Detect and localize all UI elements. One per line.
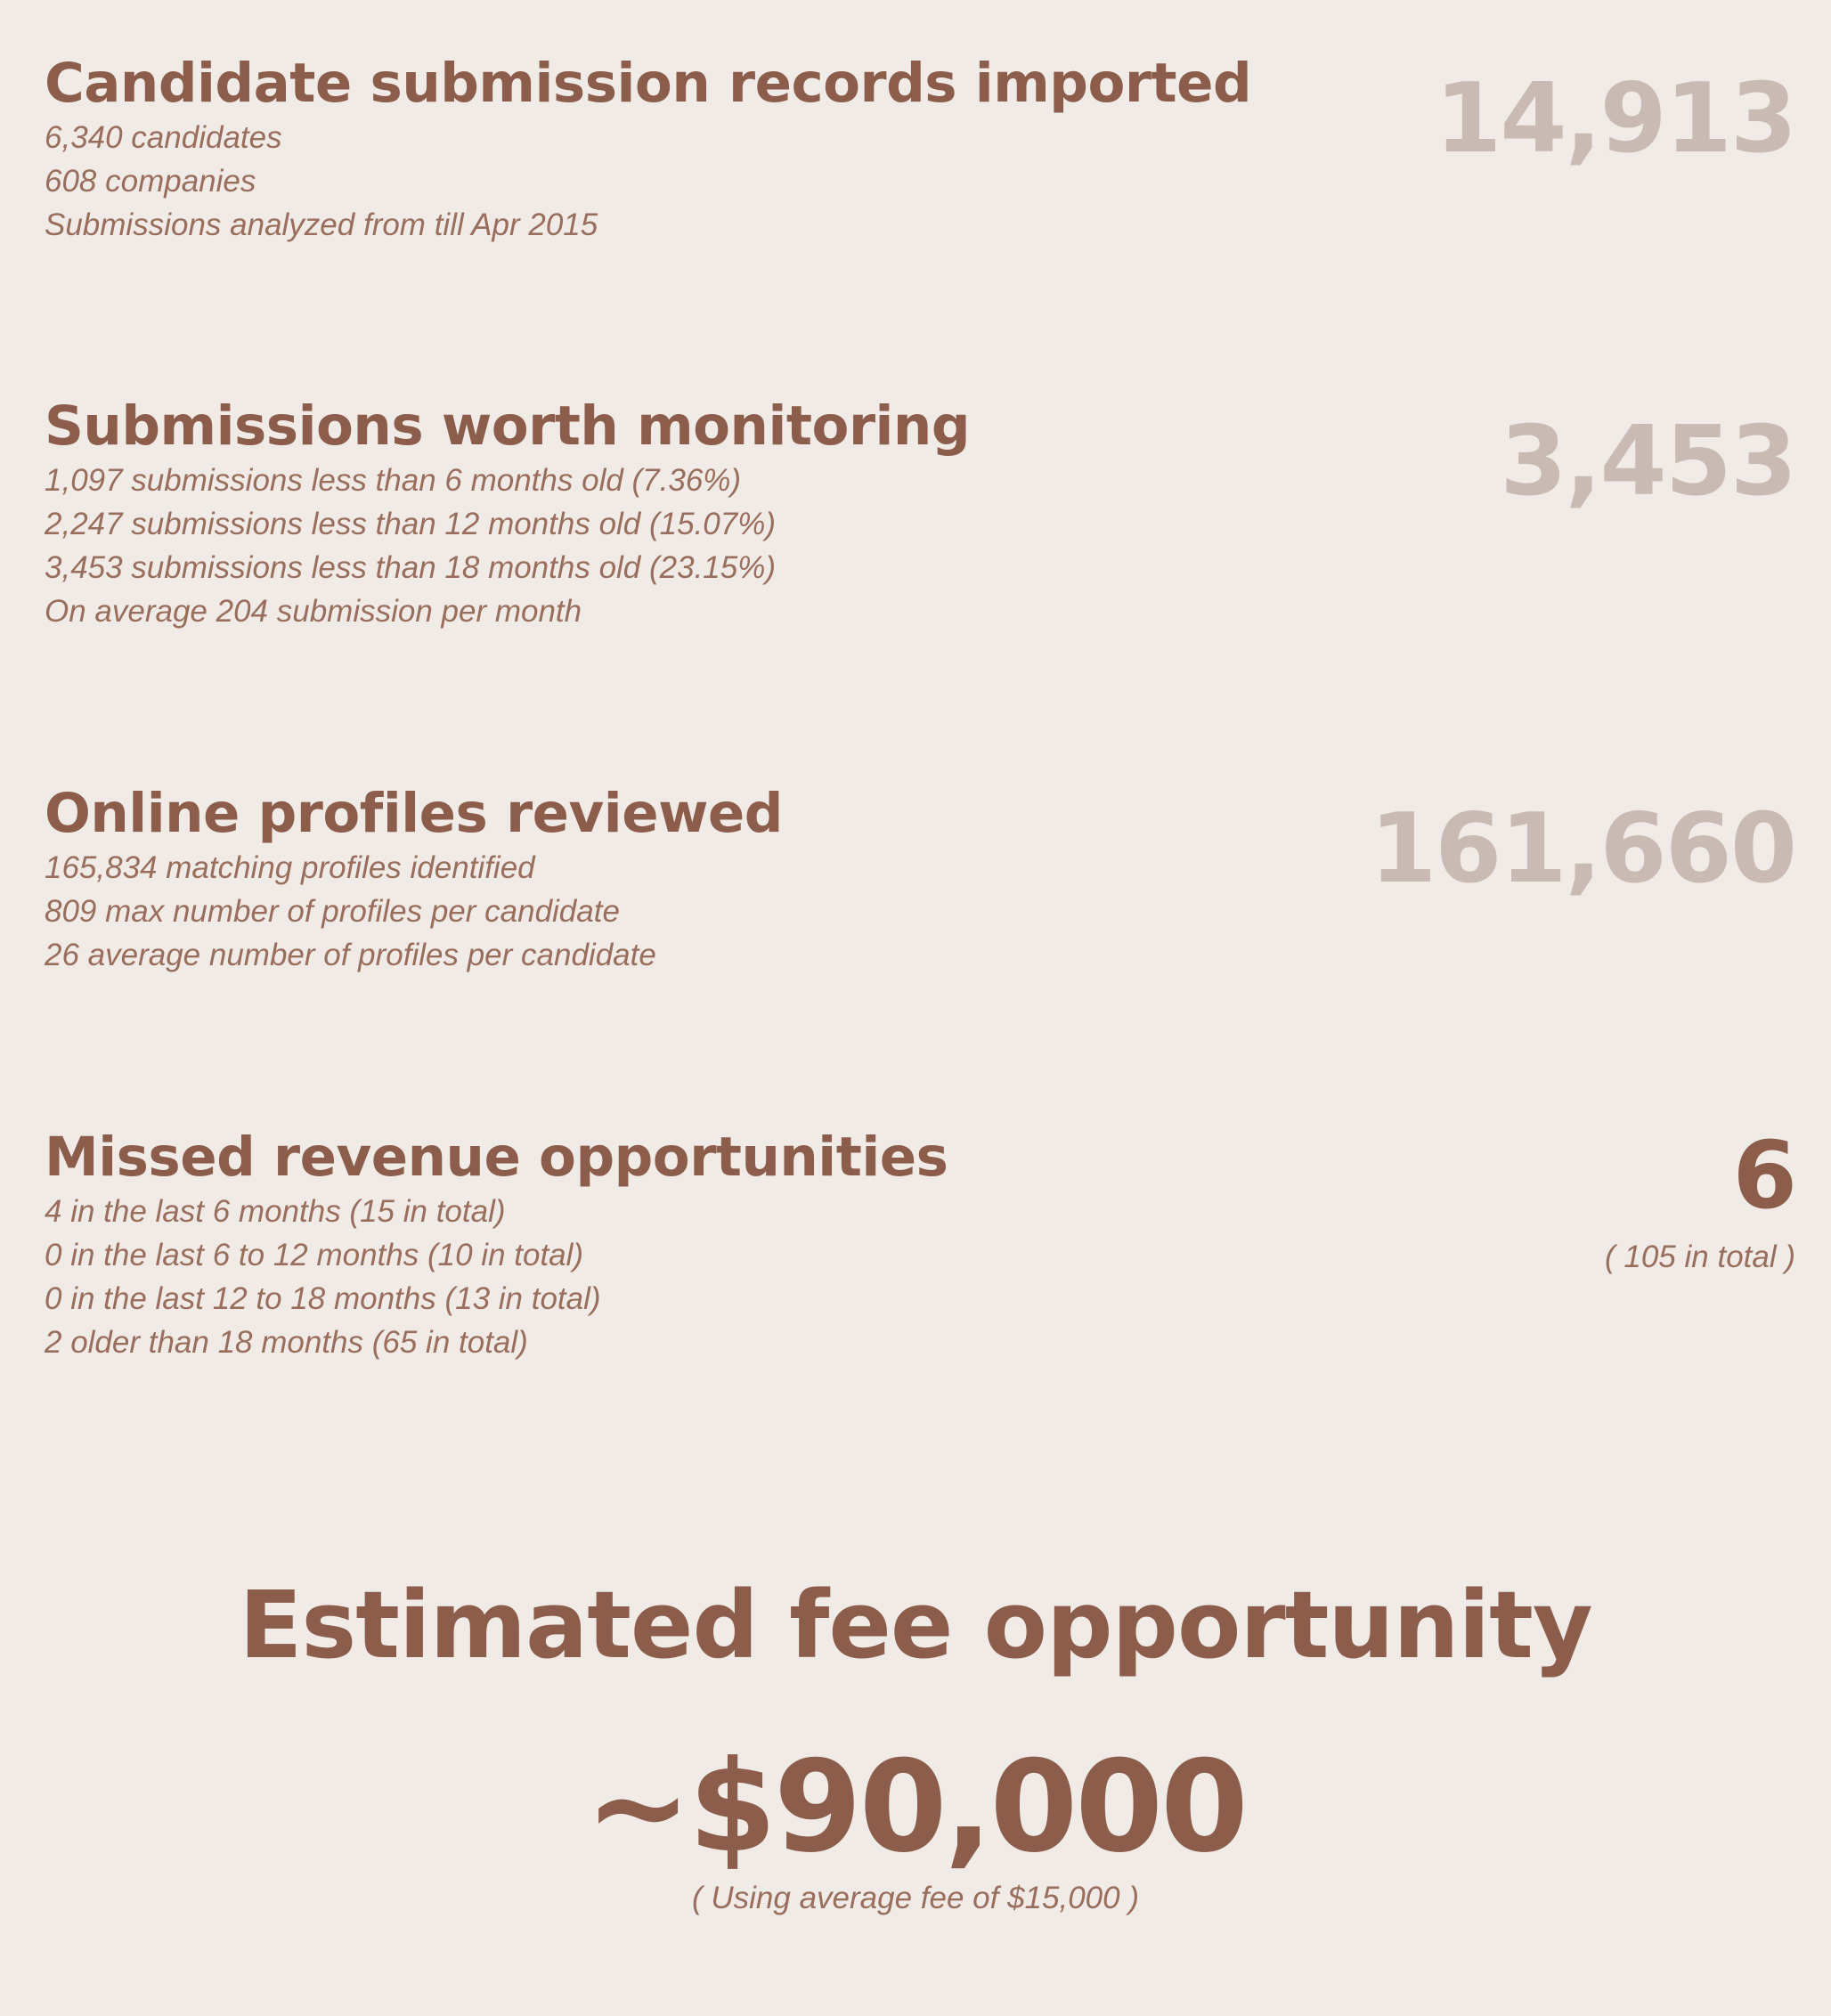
detail-line: 0 in the last 6 to 12 months (10 in tota…: [45, 1238, 584, 1272]
section-missed-revenue: Missed revenue opportunities 4 in the la…: [45, 1121, 1797, 1364]
detail-line: 3,453 submissions less than 18 months ol…: [45, 550, 777, 585]
section-submission-records: Candidate submission records imported 6,…: [45, 52, 1797, 247]
stat-value: 3,453: [1500, 406, 1797, 517]
detail-line: 0 in the last 12 to 18 months (13 in tot…: [45, 1281, 601, 1316]
detail-line: On average 204 submission per month: [45, 594, 582, 629]
stat-subtext: ( 105 in total ): [1605, 1240, 1795, 1274]
fee-title: Estimated fee opportunity: [239, 1571, 1592, 1679]
stat-value: 161,660: [1370, 793, 1797, 905]
section-online-profiles: Online profiles reviewed 165,834 matchin…: [45, 782, 1797, 977]
stat-value: 6: [1732, 1121, 1797, 1230]
detail-line: Submissions analyzed from till Apr 2015: [45, 207, 598, 242]
detail-line: 2 older than 18 months (65 in total): [45, 1325, 528, 1360]
fee-opportunity: Estimated fee opportunity ~$90,000 ( Usi…: [0, 1567, 1831, 1918]
stat-value: 14,913: [1435, 63, 1797, 175]
section-title: Missed revenue opportunities: [45, 1126, 948, 1189]
detail-list: 4 in the last 6 months (15 in total) 0 i…: [45, 1190, 1795, 1364]
fee-note: ( Using average fee of $15,000 ): [692, 1881, 1139, 1915]
fee-amount: ~$90,000: [585, 1734, 1249, 1881]
detail-line: 26 average number of profiles per candid…: [45, 938, 656, 972]
detail-line: 4 in the last 6 months (15 in total): [45, 1194, 506, 1229]
section-submissions-monitoring: Submissions worth monitoring 1,097 submi…: [45, 394, 1797, 633]
